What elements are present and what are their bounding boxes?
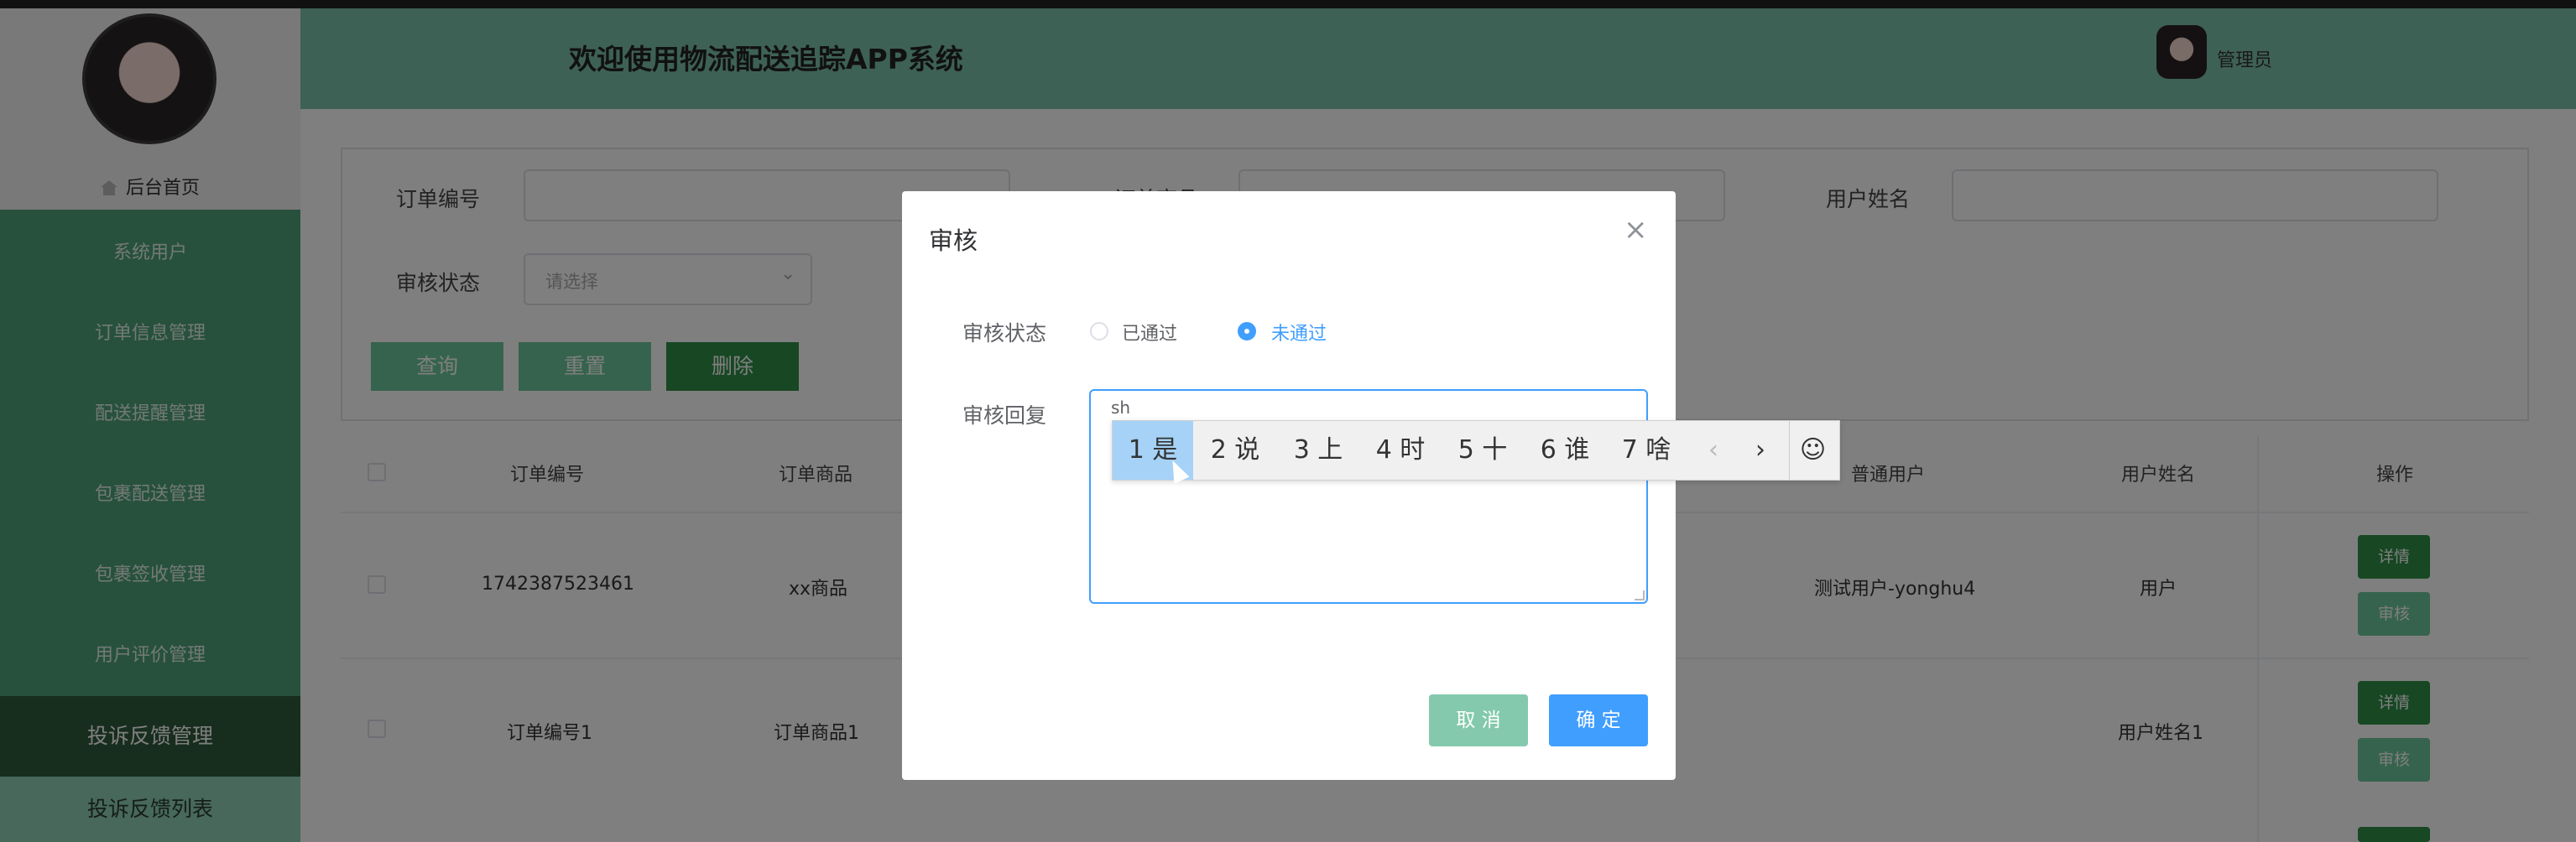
dialog-title: 审核: [929, 226, 978, 255]
confirm-button[interactable]: 确 定: [1549, 694, 1648, 746]
ime-prev-icon[interactable]: ‹: [1690, 421, 1737, 480]
audit-reply-label: 审核回复: [962, 403, 1047, 428]
close-icon[interactable]: ×: [1624, 213, 1648, 247]
ime-next-icon[interactable]: ›: [1737, 421, 1784, 480]
ime-candidate[interactable]: 2 说: [1193, 421, 1277, 480]
ime-candidate-bar: 1 是 2 说 3 上 4 时 5 十 6 谁 7 啥 ‹ › ☺: [1112, 420, 1840, 481]
radio-rejected-label[interactable]: 未通过: [1271, 319, 1327, 346]
ime-candidate[interactable]: 3 上: [1277, 421, 1359, 480]
audit-status-label: 审核状态: [962, 321, 1047, 346]
emoji-icon[interactable]: ☺: [1789, 421, 1836, 480]
radio-approved-label[interactable]: 已通过: [1122, 319, 1177, 346]
ime-candidate[interactable]: 5 十: [1442, 421, 1524, 480]
radio-approved[interactable]: [1090, 322, 1108, 340]
audit-reply-text: sh: [1111, 398, 1131, 418]
cancel-button[interactable]: 取 消: [1429, 694, 1528, 746]
ime-candidate[interactable]: 7 啥: [1606, 421, 1687, 480]
audit-dialog: 审核 × 审核状态 已通过 未通过 审核回复 sh 取 消 确 定: [902, 191, 1676, 780]
ime-candidate[interactable]: 6 谁: [1524, 421, 1606, 480]
radio-rejected[interactable]: [1238, 322, 1256, 340]
resize-handle[interactable]: [1635, 590, 1645, 600]
ime-candidate[interactable]: 4 时: [1359, 421, 1442, 480]
